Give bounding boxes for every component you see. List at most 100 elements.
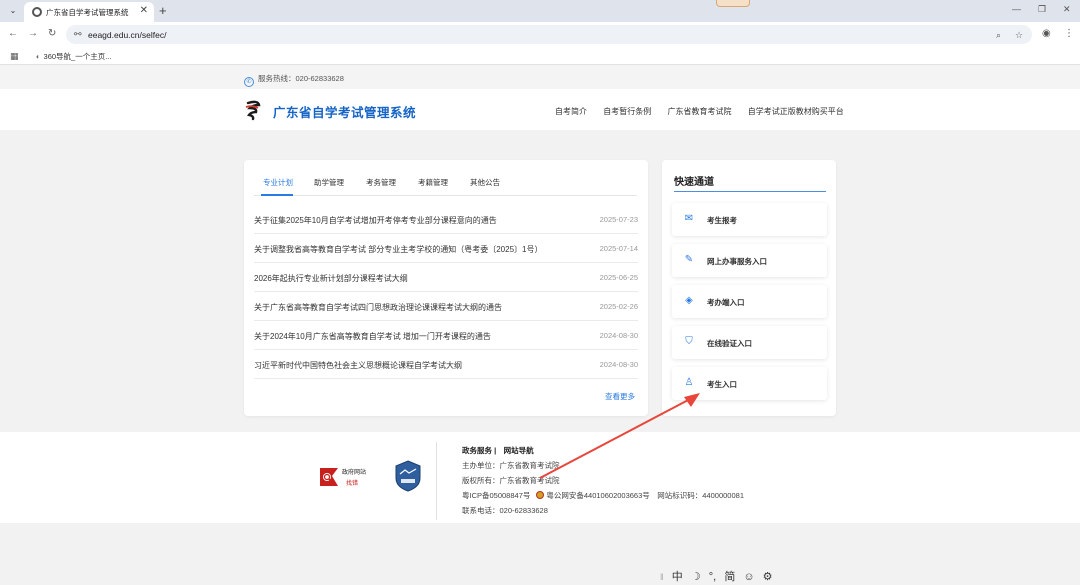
hotline: ✆ 服务热线：020-62833628 bbox=[244, 73, 344, 87]
news-title[interactable]: 关于2024年10月广东省高等教育自学考试 增加一门开考课程的通告 bbox=[254, 331, 491, 342]
minimize-icon[interactable]: — bbox=[1012, 4, 1021, 14]
police-emblem-icon bbox=[536, 491, 545, 499]
plus-icon[interactable]: + bbox=[159, 3, 167, 18]
tab-tutoring-management[interactable]: 助学管理 bbox=[314, 177, 344, 188]
nav-item-intro[interactable]: 自考简介 bbox=[555, 107, 587, 116]
mail-icon: ✉ bbox=[684, 213, 694, 224]
site-settings-icon[interactable]: ⚯ bbox=[74, 29, 82, 40]
footer-host: 主办单位：广东省教育考试院 bbox=[462, 461, 560, 470]
footer-divider bbox=[436, 442, 437, 520]
url-input[interactable]: ⚯ eeagd.edu.cn/selfec/ ⌕ ☆ bbox=[66, 25, 1032, 44]
news-title[interactable]: 关于广东省高等教育自学考试四门思想政治理论课课程考试大纲的通告 bbox=[254, 302, 502, 313]
site-footer: 政府网站 找错 政务服务 | 网站导航 主办单位：广东省教育考试院 版权所有：广… bbox=[0, 432, 1080, 523]
hotline-bar: ✆ 服务热线：020-62833628 bbox=[0, 66, 1080, 89]
shield-icon: ⛉ bbox=[685, 336, 693, 347]
quick-item-online-services[interactable]: ✎ 网上办事服务入口 bbox=[672, 244, 827, 277]
active-tab-indicator bbox=[261, 194, 293, 196]
police-registration-link[interactable]: 粤公网安备44010602003663号 bbox=[546, 491, 649, 500]
favicon-icon bbox=[32, 7, 42, 17]
quick-item-label: 考办端入口 bbox=[707, 298, 745, 307]
gear-icon[interactable]: ⚙ bbox=[763, 571, 773, 583]
footer-registration: 粤ICP备05008847号 粤公网安备44010602003663号 网站标识码… bbox=[462, 490, 744, 501]
svg-text:找错: 找错 bbox=[346, 479, 358, 487]
svg-text:政府网站: 政府网站 bbox=[342, 468, 366, 476]
quick-access-divider bbox=[674, 191, 826, 192]
news-date: 2025-07-14 bbox=[599, 244, 638, 253]
quick-item-online-verification[interactable]: ⛉ 在线验证入口 bbox=[672, 326, 827, 359]
news-title[interactable]: 2026年起执行专业新计划部分课程考试大纲 bbox=[254, 273, 408, 284]
bookmark-item[interactable]: ◐ 360导航_一个主页... bbox=[36, 51, 111, 62]
nav-item-regulations[interactable]: 自考暂行条例 bbox=[603, 107, 651, 116]
quick-item-label: 在线验证入口 bbox=[707, 339, 752, 348]
site-code: 网站标识码：4400000081 bbox=[657, 491, 744, 500]
view-more-link[interactable]: 查看更多 bbox=[605, 391, 635, 402]
browser-tab-bar: ⌄ 广东省自学考试管理系统 ✕ + — ❐ ✕ bbox=[0, 0, 1080, 22]
quick-item-label: 网上办事服务入口 bbox=[707, 257, 767, 266]
footer-phone: 联系电话：020-62833628 bbox=[462, 506, 548, 515]
profile-icon[interactable]: ◉ bbox=[1042, 28, 1051, 39]
tab-other-notices[interactable]: 其他公告 bbox=[470, 177, 500, 188]
forward-icon[interactable]: → bbox=[28, 28, 38, 39]
ime-handle-icon[interactable]: ‖ bbox=[660, 572, 664, 582]
news-row[interactable]: 关于征集2025年10月自学考试增加开考停考专业部分课程意向的通告 2025-0… bbox=[254, 205, 638, 234]
browser-tab[interactable]: 广东省自学考试管理系统 ✕ bbox=[24, 2, 154, 22]
restore-icon[interactable]: ❐ bbox=[1038, 4, 1046, 15]
news-date: 2025-07-23 bbox=[599, 215, 638, 224]
news-title[interactable]: 关于调整我省高等教育自学考试 部分专业主考学校的通知（粤考委〔2025〕1号） bbox=[254, 244, 542, 255]
footer-copyright: 版权所有：广东省教育考试院 bbox=[462, 476, 560, 485]
quick-access-title: 快速通道 bbox=[674, 177, 714, 188]
bookmark-label: 360导航_一个主页... bbox=[43, 52, 112, 61]
menu-icon[interactable]: ⋮ bbox=[1064, 28, 1074, 39]
chevron-down-icon[interactable]: ⌄ bbox=[6, 4, 20, 18]
apps-icon[interactable]: ▦ bbox=[10, 51, 19, 62]
news-title[interactable]: 习近平新时代中国特色社会主义思想概论课程自学考试大纲 bbox=[254, 360, 462, 371]
emoji-icon[interactable]: ☺ bbox=[743, 571, 754, 583]
quick-item-candidate-login[interactable]: ♙ 考生入口 bbox=[672, 367, 827, 400]
hotline-text: 服务热线：020-62833628 bbox=[258, 74, 344, 83]
reload-icon[interactable]: ↻ bbox=[48, 28, 56, 39]
tab-major-plan[interactable]: 专业计划 bbox=[263, 177, 293, 188]
news-row[interactable]: 习近平新时代中国特色社会主义思想概论课程自学考试大纲 2024-08-30 bbox=[254, 350, 638, 379]
bookmarks-bar: ▦ ◐ 360导航_一个主页... bbox=[0, 47, 1080, 65]
quick-item-label: 考生入口 bbox=[707, 380, 737, 389]
ime-toolbar: ‖ 中 ☽ °, 简 ☺ ⚙ bbox=[660, 568, 778, 584]
tab-title: 广东省自学考试管理系统 bbox=[46, 8, 129, 17]
top-nav: 自考简介 自考暂行条例 广东省教育考试院 自学考试正版教材购买平台 bbox=[555, 106, 858, 117]
ime-chinese-mode[interactable]: 中 bbox=[672, 571, 683, 583]
quick-item-exam-office[interactable]: ◈ 考办端入口 bbox=[672, 285, 827, 318]
footer-links[interactable]: 政务服务 | 网站导航 bbox=[462, 445, 534, 456]
bookmark-favicon-icon: ◐ bbox=[36, 52, 41, 61]
police-badge-logo[interactable] bbox=[394, 460, 422, 492]
nav-item-textbook-store[interactable]: 自学考试正版教材购买平台 bbox=[748, 107, 844, 116]
site-logo-icon[interactable] bbox=[244, 99, 262, 121]
news-row[interactable]: 关于广东省高等教育自学考试四门思想政治理论课课程考试大纲的通告 2025-02-… bbox=[254, 292, 638, 321]
star-icon[interactable]: ☆ bbox=[1015, 30, 1023, 41]
address-bar: ← → ↻ ⚯ eeagd.edu.cn/selfec/ ⌕ ☆ ◉ ⋮ bbox=[0, 22, 1080, 47]
tab-student-records[interactable]: 考籍管理 bbox=[418, 177, 448, 188]
gov-website-error-logo[interactable]: 政府网站 找错 bbox=[318, 464, 368, 490]
nav-item-exam-authority[interactable]: 广东省教育考试院 bbox=[667, 107, 731, 116]
news-title[interactable]: 关于征集2025年10月自学考试增加开考停考专业部分课程意向的通告 bbox=[254, 215, 497, 226]
site-header: 广东省自学考试管理系统 自考简介 自考暂行条例 广东省教育考试院 自学考试正版教… bbox=[0, 89, 1080, 130]
ime-simplified-mode[interactable]: 简 bbox=[724, 571, 735, 583]
news-date: 2024-08-30 bbox=[599, 360, 638, 369]
notification-pill bbox=[716, 0, 750, 7]
news-row[interactable]: 2026年起执行专业新计划部分课程考试大纲 2025-06-25 bbox=[254, 263, 638, 292]
back-icon[interactable]: ← bbox=[8, 28, 18, 39]
site-title[interactable]: 广东省自学考试管理系统 bbox=[273, 102, 416, 121]
graduation-cap-icon: ◈ bbox=[685, 295, 693, 306]
close-icon[interactable]: ✕ bbox=[140, 5, 148, 16]
icp-link[interactable]: 粤ICP备05008847号 bbox=[462, 491, 530, 500]
tab-exam-affairs[interactable]: 考务管理 bbox=[366, 177, 396, 188]
news-date: 2025-02-26 bbox=[599, 302, 638, 311]
zoom-icon[interactable]: ⌕ bbox=[996, 30, 1001, 41]
quick-item-label: 考生报考 bbox=[707, 216, 737, 225]
news-date: 2024-08-30 bbox=[599, 331, 638, 340]
quick-item-exam-registration[interactable]: ✉ 考生报考 bbox=[672, 203, 827, 236]
news-row[interactable]: 关于调整我省高等教育自学考试 部分专业主考学校的通知（粤考委〔2025〕1号） … bbox=[254, 234, 638, 263]
punctuation-icon[interactable]: °, bbox=[709, 571, 716, 583]
moon-icon[interactable]: ☽ bbox=[691, 571, 701, 583]
news-tabs: 专业计划 助学管理 考务管理 考籍管理 其他公告 bbox=[254, 172, 637, 196]
close-window-icon[interactable]: ✕ bbox=[1063, 4, 1071, 15]
news-row[interactable]: 关于2024年10月广东省高等教育自学考试 增加一门开考课程的通告 2024-0… bbox=[254, 321, 638, 350]
